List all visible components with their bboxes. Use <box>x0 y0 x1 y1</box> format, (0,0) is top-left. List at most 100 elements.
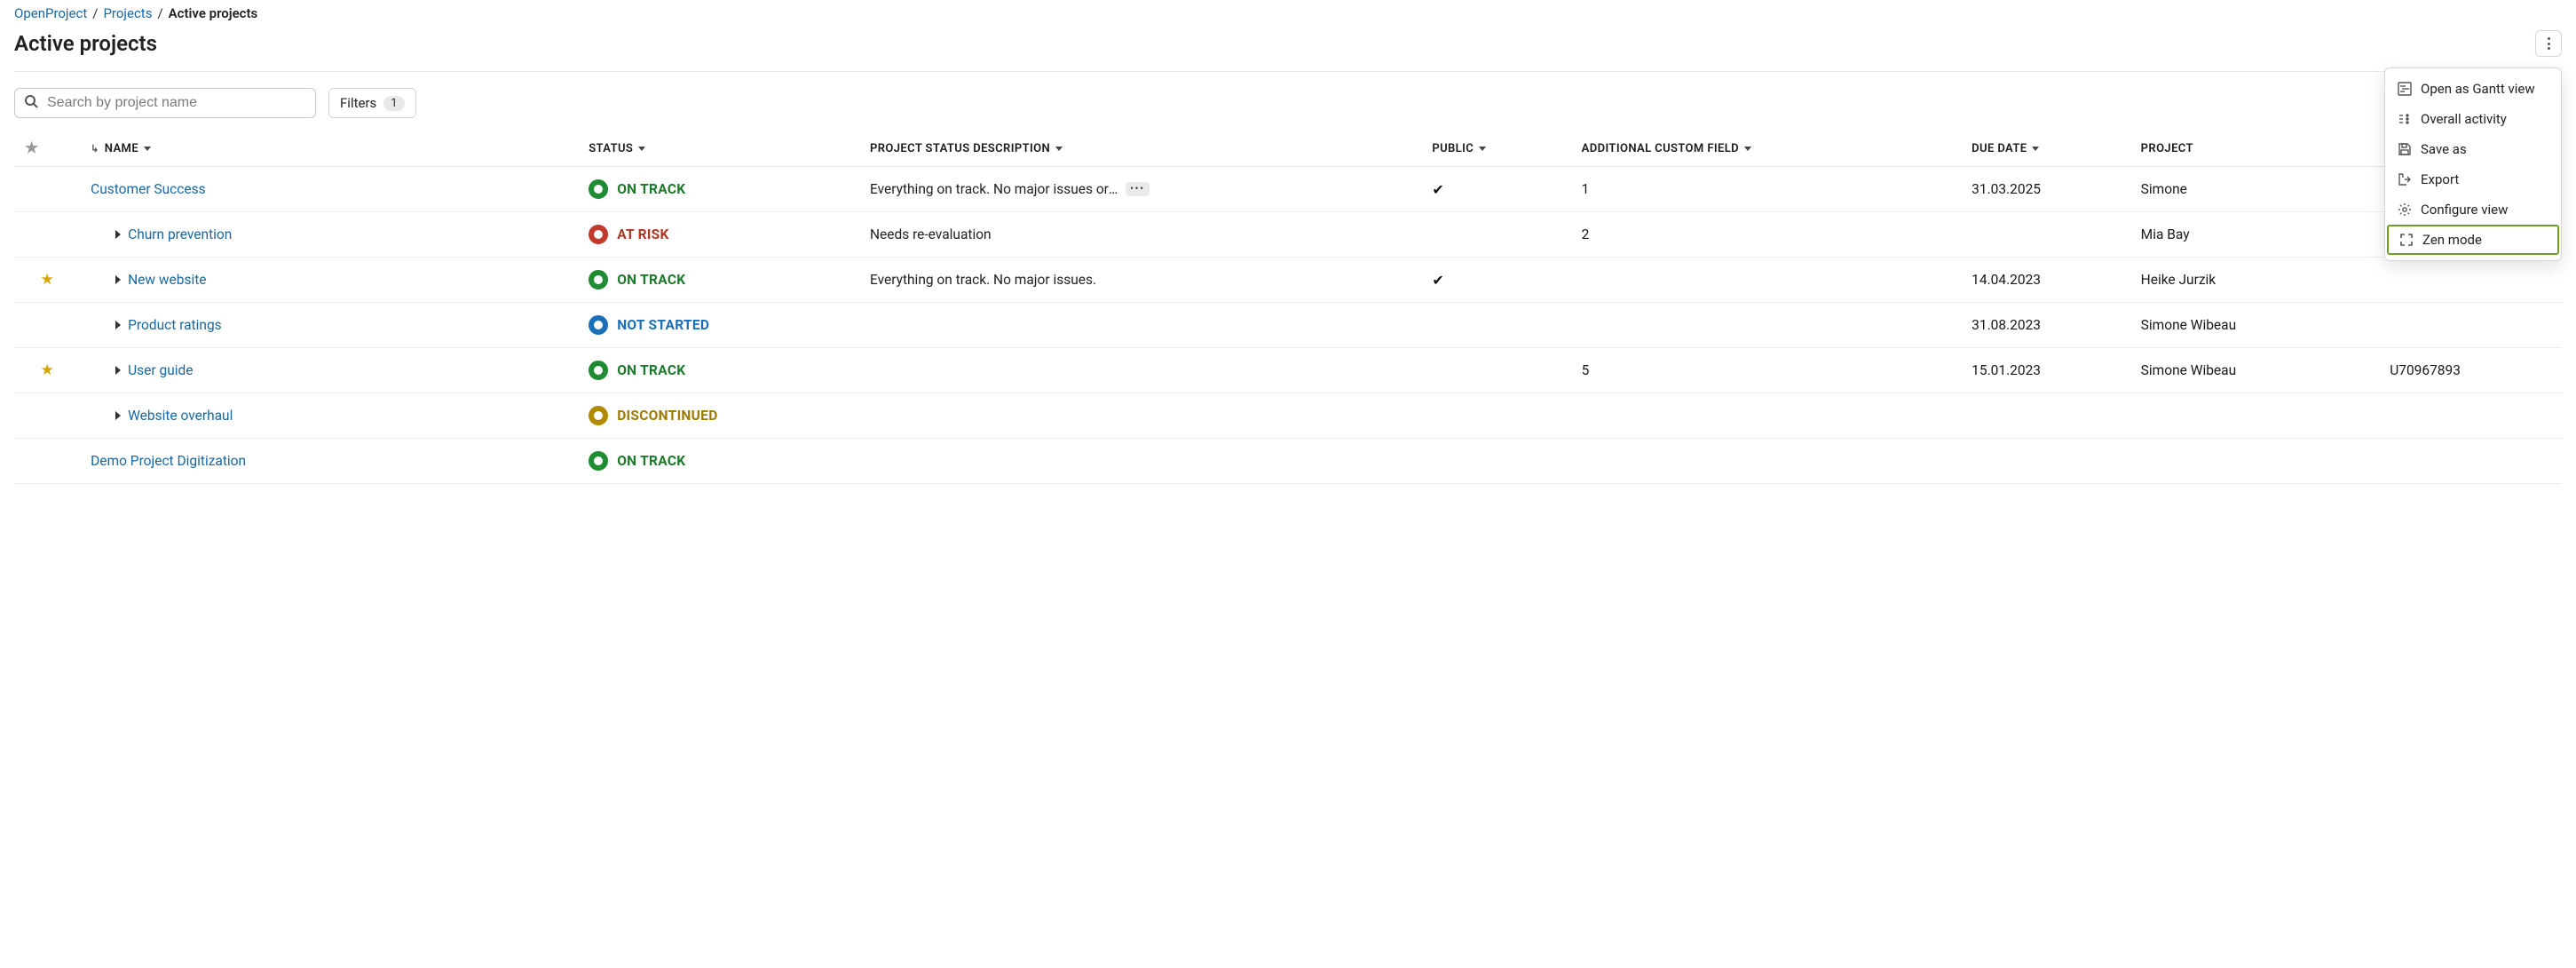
column-name[interactable]: ↳ Name <box>80 131 578 167</box>
status-label: ON TRACK <box>617 272 685 288</box>
page-title: Active projects <box>14 31 157 56</box>
hierarchy-cell: Mia Bay <box>2130 212 2380 258</box>
status-cell: ON TRACK <box>578 167 859 212</box>
export-icon <box>2398 172 2412 186</box>
due-date-cell <box>1961 212 2130 258</box>
filters-label: Filters <box>340 95 376 111</box>
favorite-cell[interactable]: ★ <box>14 258 80 303</box>
project-link[interactable]: User guide <box>128 362 193 378</box>
public-cell <box>1421 348 1570 393</box>
menu-zen-mode[interactable]: Zen mode <box>2387 225 2559 255</box>
menu-open-gantt[interactable]: Open as Gantt view <box>2385 74 2561 104</box>
custom-field-cell <box>1571 439 1962 484</box>
search-input[interactable] <box>45 94 306 112</box>
column-hier-label: Project <box>2141 142 2193 155</box>
more-menu-button[interactable] <box>2535 30 2562 57</box>
column-favorite[interactable]: ★ <box>14 131 80 167</box>
caret-down-icon <box>1744 147 1751 151</box>
project-link[interactable]: Website overhaul <box>128 408 233 424</box>
search-icon <box>24 94 38 112</box>
breadcrumb-current: Active projects <box>169 5 258 21</box>
menu-export[interactable]: Export <box>2385 164 2561 194</box>
due-date-cell <box>1961 439 2130 484</box>
more-menu: Open as Gantt view Overall activity Save… <box>2384 67 2562 261</box>
search-field-wrapper[interactable] <box>14 88 316 118</box>
favorite-cell[interactable] <box>14 393 80 439</box>
menu-configure-view[interactable]: Configure view <box>2385 194 2561 225</box>
status-label: DISCONTINUED <box>617 408 717 424</box>
custom-field-cell <box>1571 393 1962 439</box>
star-filled-icon: ★ <box>40 271 53 289</box>
table-row: ★ User guide ON TRACK 5 15.01.2023 Simon… <box>14 348 2562 393</box>
column-public[interactable]: Public <box>1421 131 1570 167</box>
custom-field-cell: 2 <box>1571 212 1962 258</box>
expander-icon[interactable] <box>115 411 121 420</box>
menu-label: Open as Gantt view <box>2421 81 2535 97</box>
project-link[interactable]: Product ratings <box>128 317 222 333</box>
filters-button[interactable]: Filters 1 <box>328 88 416 118</box>
description-cell <box>859 439 1421 484</box>
column-custom-label: Additional Custom Field <box>1582 142 1739 155</box>
project-link[interactable]: Customer Success <box>91 181 206 197</box>
status-cell: NOT STARTED <box>578 303 859 348</box>
favorite-cell[interactable] <box>14 439 80 484</box>
expand-description-button[interactable]: ••• <box>1126 182 1150 196</box>
favorite-cell[interactable]: ★ <box>14 348 80 393</box>
expander-icon[interactable] <box>115 366 121 375</box>
menu-label: Configure view <box>2421 202 2508 218</box>
column-name-label: Name <box>105 142 138 155</box>
menu-label: Save as <box>2421 141 2467 157</box>
favorite-cell[interactable] <box>14 212 80 258</box>
toolbar: Filters 1 <box>14 72 2562 125</box>
hierarchy-cell: Heike Jurzik <box>2130 258 2380 303</box>
column-due-label: Due date <box>1972 142 2027 155</box>
name-cell: Demo Project Digitization <box>80 439 578 484</box>
star-icon: ★ <box>25 139 39 157</box>
gear-icon <box>2398 202 2412 217</box>
breadcrumb-root[interactable]: OpenProject <box>14 5 87 21</box>
project-link[interactable]: Churn prevention <box>128 226 232 242</box>
extra-cell <box>2379 393 2562 439</box>
column-public-label: Public <box>1432 142 1474 155</box>
due-date-cell: 31.08.2023 <box>1961 303 2130 348</box>
extra-cell: U70967893 <box>2379 348 2562 393</box>
favorite-cell[interactable] <box>14 303 80 348</box>
public-cell <box>1421 212 1570 258</box>
menu-label: Zen mode <box>2422 232 2482 248</box>
favorite-cell[interactable] <box>14 167 80 212</box>
save-icon <box>2398 142 2412 156</box>
column-due[interactable]: Due date <box>1961 131 2130 167</box>
description-cell: Everything on track. No major issues. <box>859 258 1421 303</box>
description-text: Everything on track. No major issues or … <box>870 181 1118 197</box>
column-status[interactable]: Status <box>578 131 859 167</box>
breadcrumb-projects[interactable]: Projects <box>103 5 152 21</box>
public-cell: ✔ <box>1421 167 1570 212</box>
name-cell: New website <box>80 258 578 303</box>
expander-icon[interactable] <box>115 275 121 284</box>
expander-icon[interactable] <box>115 230 121 239</box>
column-description[interactable]: Project status description <box>859 131 1421 167</box>
fullscreen-icon <box>2399 233 2414 247</box>
status-label: ON TRACK <box>617 453 685 469</box>
project-link[interactable]: Demo Project Digitization <box>91 453 246 469</box>
due-date-cell: 14.04.2023 <box>1961 258 2130 303</box>
custom-field-cell <box>1571 303 1962 348</box>
description-cell: Needs re-evaluation <box>859 212 1421 258</box>
table-row: ★ New website ON TRACK Everything on tra… <box>14 258 2562 303</box>
breadcrumb-separator: / <box>92 5 98 21</box>
expander-icon[interactable] <box>115 321 121 329</box>
name-cell: Customer Success <box>80 167 578 212</box>
menu-overall-activity[interactable]: Overall activity <box>2385 104 2561 134</box>
caret-down-icon <box>638 147 645 151</box>
menu-label: Export <box>2421 171 2459 187</box>
description-cell: Everything on track. No major issues or … <box>859 167 1421 212</box>
name-cell: Website overhaul <box>80 393 578 439</box>
status-cell: DISCONTINUED <box>578 393 859 439</box>
caret-down-icon <box>1479 147 1486 151</box>
project-link[interactable]: New website <box>128 272 206 288</box>
column-custom[interactable]: Additional Custom Field <box>1571 131 1962 167</box>
due-date-cell <box>1961 393 2130 439</box>
menu-save-as[interactable]: Save as <box>2385 134 2561 164</box>
status-ring-icon <box>589 270 608 290</box>
column-hierarchy[interactable]: Project <box>2130 131 2380 167</box>
